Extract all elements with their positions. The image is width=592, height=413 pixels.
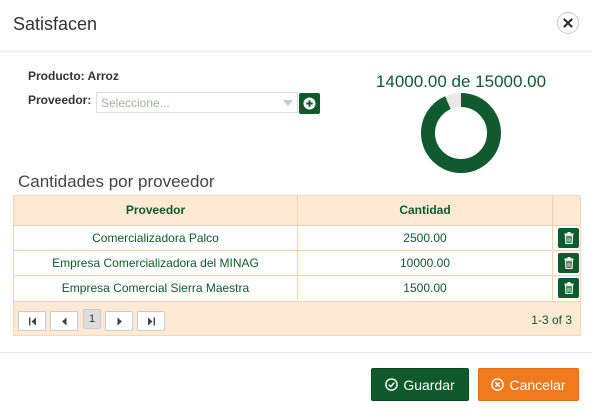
cancel-button-label: Cancelar [509, 376, 566, 393]
save-button[interactable]: Guardar [371, 368, 469, 401]
times-circle-icon [491, 378, 505, 391]
quantity-cell: 2500.00 [298, 226, 553, 250]
delete-row-button[interactable] [558, 228, 579, 248]
trash-icon [564, 282, 573, 294]
provider-select[interactable]: Seleccione... [96, 92, 298, 113]
close-button[interactable] [557, 12, 579, 34]
last-page-icon [147, 317, 155, 325]
provider-select-placeholder: Seleccione... [101, 96, 170, 110]
delete-row-button[interactable] [558, 253, 579, 273]
progress-donut [421, 93, 501, 173]
column-header-actions [553, 196, 580, 225]
grid-pager: 1 1-3 of 3 [14, 301, 580, 335]
section-title: Cantidades por proveedor [18, 172, 215, 191]
close-icon [563, 18, 573, 28]
quantity-cell: 1500.00 [298, 276, 553, 300]
column-header-provider[interactable]: Proveedor [14, 196, 298, 225]
table-row: Empresa Comercializadora del MINAG 10000… [14, 250, 580, 275]
dialog-title: Satisfacen [13, 14, 98, 34]
quantity-cell: 10000.00 [298, 251, 553, 275]
provider-label: Proveedor: [28, 93, 92, 107]
next-page-icon [117, 317, 122, 325]
last-page-button[interactable] [137, 311, 165, 331]
product-label: Producto: Arroz [28, 69, 119, 83]
add-provider-button[interactable] [299, 93, 320, 114]
pager-info: 1-3 of 3 [531, 313, 572, 327]
check-circle-icon [385, 378, 399, 391]
provider-cell: Comercializadora Palco [14, 226, 298, 250]
first-page-icon [28, 317, 36, 325]
plus-circle-icon [303, 97, 316, 110]
gauge-text: 14000.00 de 15000.00 [375, 72, 547, 91]
trash-icon [564, 232, 573, 244]
save-button-label: Guardar [403, 376, 455, 393]
provider-cell: Empresa Comercializadora del MINAG [14, 251, 298, 275]
dialog-header: Satisfacen [0, 0, 592, 52]
previous-page-icon [61, 317, 66, 325]
table-row: Empresa Comercial Sierra Maestra 1500.00 [14, 275, 580, 301]
trash-icon [564, 257, 573, 269]
current-page-indicator[interactable]: 1 [83, 309, 101, 329]
next-page-button[interactable] [105, 311, 133, 331]
provider-cell: Empresa Comercial Sierra Maestra [14, 276, 298, 300]
providers-grid: Proveedor Cantidad Comercializadora Palc… [13, 195, 581, 336]
previous-page-button[interactable] [50, 311, 78, 331]
delete-row-button[interactable] [558, 278, 579, 298]
column-header-quantity[interactable]: Cantidad [298, 196, 553, 225]
cancel-button[interactable]: Cancelar [478, 368, 579, 401]
grid-header: Proveedor Cantidad [14, 196, 580, 225]
chevron-down-icon [283, 100, 293, 106]
table-row: Comercializadora Palco 2500.00 [14, 225, 580, 250]
donut-fill [421, 93, 501, 173]
first-page-button[interactable] [18, 311, 46, 331]
